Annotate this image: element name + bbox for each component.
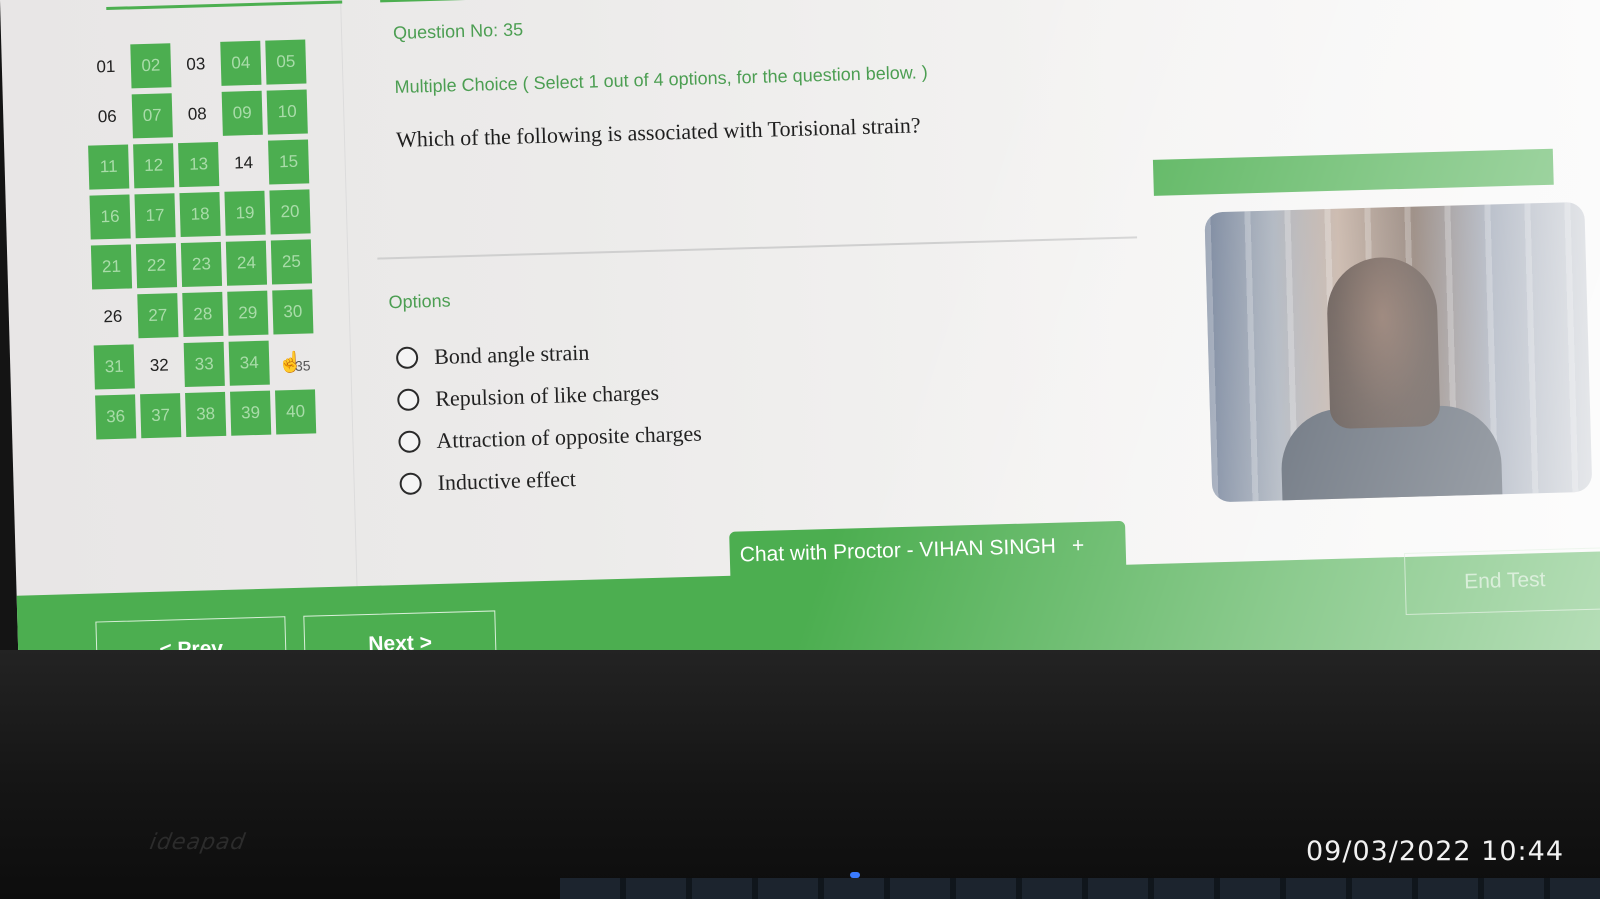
divider	[377, 236, 1138, 260]
option-radio[interactable]	[398, 430, 421, 454]
question-nav-cell[interactable]: 09	[221, 90, 263, 136]
question-nav-cell[interactable]: 31	[93, 344, 135, 390]
option-4[interactable]: Inductive effect	[399, 455, 703, 505]
question-nav-cell[interactable]: 22	[135, 243, 178, 289]
question-nav-cell[interactable]: 08	[177, 92, 218, 137]
question-nav-cell[interactable]: 38	[185, 391, 227, 437]
question-nav-cell-label: 35	[294, 357, 311, 374]
proctor-video-feed	[1204, 201, 1593, 503]
option-label: Repulsion of like charges	[434, 379, 660, 411]
question-nav-cell[interactable]: 27	[137, 293, 179, 339]
question-type: Multiple Choice ( Select 1 out of 4 opti…	[394, 62, 928, 98]
question-text: Which of the following is associated wit…	[395, 112, 921, 152]
question-nav-cell[interactable]: 29	[227, 290, 269, 336]
question-nav-cell[interactable]: 03	[175, 42, 216, 87]
option-radio[interactable]	[399, 472, 422, 496]
chat-label: Chat with Proctor - VIHAN SINGH	[739, 534, 1057, 567]
question-nav-cell[interactable]: 34	[228, 340, 270, 386]
photo-frame: 01 02 03 04 05 06 07 08 09 10 11 12 13 14 15 16 17 18 19 20…	[0, 0, 1600, 899]
keyboard-edge	[560, 878, 1600, 899]
exam-screen: 01 02 03 04 05 06 07 08 09 10 11 12 13 14 15 16 17 18 19 20…	[0, 0, 1600, 700]
question-nav-cell[interactable]: 17	[134, 193, 176, 239]
question-nav-grid: 01 02 03 04 05 06 07 08 09 10 11 12 13 14 15 16 17 18 19 20…	[85, 39, 317, 440]
question-nav-cell[interactable]: 13	[178, 141, 220, 188]
options-heading: Options	[388, 290, 451, 313]
question-nav-cell-current[interactable]: ☝ 35	[274, 339, 315, 384]
question-nav-cell[interactable]: 25	[270, 239, 313, 285]
question-nav-cell[interactable]: 39	[230, 390, 272, 436]
question-nav-cell[interactable]: 21	[90, 244, 133, 290]
option-radio[interactable]	[397, 388, 420, 412]
end-test-button[interactable]: End Test	[1403, 547, 1600, 615]
question-nav-cell[interactable]: 32	[139, 343, 180, 388]
question-nav-cell[interactable]: 02	[130, 43, 172, 89]
option-label: Inductive effect	[437, 466, 577, 495]
question-nav-cell[interactable]: 24	[225, 240, 268, 286]
question-nav-cell[interactable]: 11	[88, 144, 130, 190]
question-panel: Question No: 35 Multiple Choice ( Select…	[370, 0, 1166, 589]
video-panel-header	[1152, 148, 1554, 196]
question-nav-cell[interactable]: 05	[265, 39, 307, 85]
option-radio[interactable]	[395, 346, 419, 370]
options-list: Bond angle strain Repulsion of like char…	[395, 329, 704, 505]
video-person-head	[1325, 256, 1441, 430]
question-nav-cell[interactable]: 18	[179, 191, 221, 238]
option-label: Bond angle strain	[433, 339, 590, 370]
question-nav-cell[interactable]: 23	[180, 241, 223, 288]
question-nav-cell[interactable]: 07	[131, 93, 173, 139]
question-nav-cell[interactable]: 26	[92, 294, 133, 339]
photo-timestamp: 09/03/2022 10:44	[1305, 836, 1564, 867]
question-nav-cell[interactable]: 04	[220, 40, 262, 86]
question-nav-cell[interactable]: 12	[133, 143, 175, 189]
option-label: Attraction of opposite charges	[436, 420, 703, 453]
question-nav-cell[interactable]: 20	[269, 189, 311, 235]
question-nav-cell[interactable]: 36	[95, 394, 137, 440]
question-nav-cell[interactable]: 01	[85, 45, 126, 90]
question-nav-cell[interactable]: 16	[89, 194, 131, 240]
panel-accent-line	[106, 0, 343, 11]
question-nav-cell[interactable]: 19	[224, 190, 266, 236]
question-nav-cell[interactable]: 15	[268, 139, 310, 185]
question-nav-panel: 01 02 03 04 05 06 07 08 09 10 11 12 13 14 15 16 17 18 19 20…	[84, 0, 358, 598]
question-nav-cell[interactable]: 30	[272, 289, 314, 335]
laptop-brand-logo: ideapad	[147, 830, 248, 855]
question-nav-cell[interactable]: 28	[182, 291, 224, 338]
question-nav-cell[interactable]: 40	[275, 389, 317, 435]
question-number: Question No: 35	[392, 19, 524, 44]
question-nav-cell[interactable]: 33	[183, 341, 225, 387]
question-nav-cell[interactable]: 06	[87, 94, 128, 139]
panel-accent-line	[380, 0, 1140, 3]
question-nav-cell[interactable]: 37	[140, 393, 182, 439]
question-nav-cell[interactable]: 10	[266, 89, 308, 135]
question-nav-cell[interactable]: 14	[223, 141, 264, 186]
plus-icon: +	[1071, 533, 1085, 558]
